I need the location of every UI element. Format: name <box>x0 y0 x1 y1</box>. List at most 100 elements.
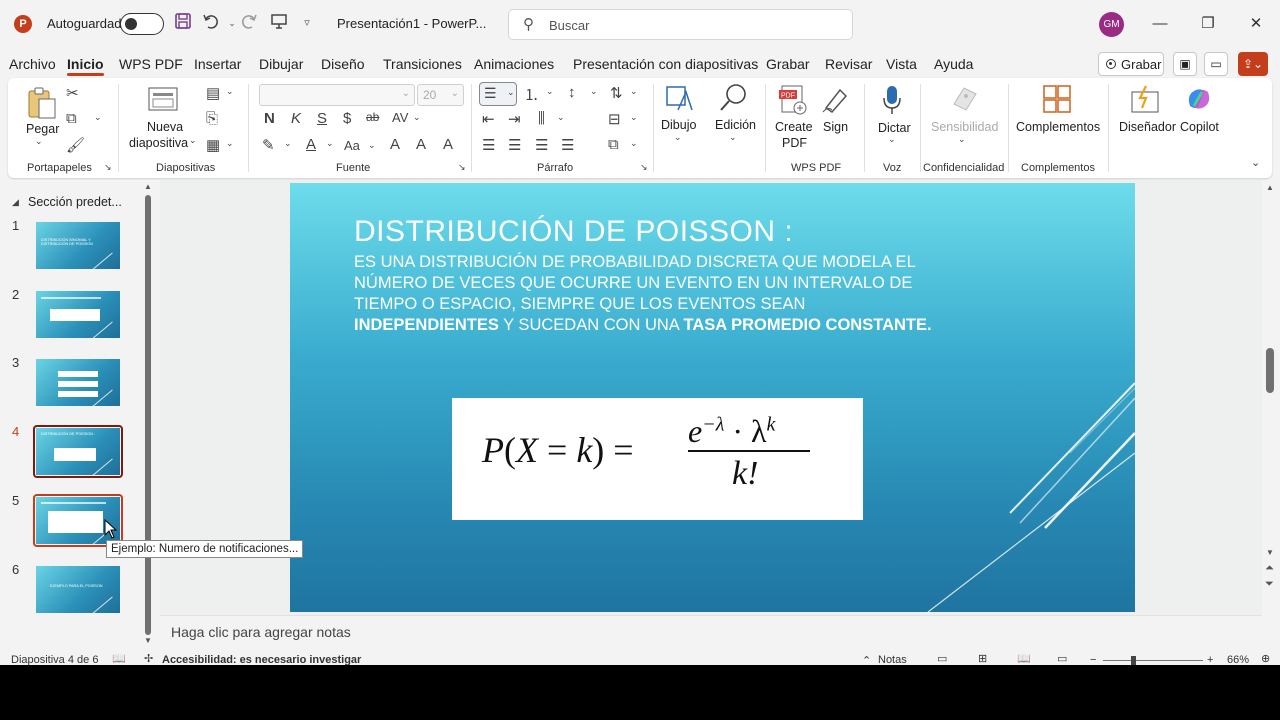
editing-icon[interactable] <box>718 82 750 117</box>
slide-body-text[interactable]: ES UNA DISTRIBUCIÓN DE PROBABILIDAD DISC… <box>354 252 954 336</box>
reading-view-icon[interactable]: 📖 <box>1017 652 1031 665</box>
previous-slide-icon[interactable]: ⏶ <box>1265 562 1274 575</box>
tab-insertar[interactable]: Insertar <box>194 56 241 72</box>
section-collapse-icon[interactable]: ◢ <box>12 197 19 208</box>
sensitivity-icon[interactable] <box>950 84 980 117</box>
align-left-icon[interactable]: ☰ <box>482 136 495 154</box>
main-scroll-down-icon[interactable]: ▼ <box>1266 548 1274 557</box>
font-color-dropdown-icon[interactable]: ⌄ <box>326 138 334 149</box>
new-slide-icon[interactable] <box>147 86 179 117</box>
paste-button[interactable]: Pegar <box>26 122 59 136</box>
notes-placeholder[interactable]: Haga clic para agregar notas <box>171 624 351 640</box>
slide-thumbnail-6[interactable]: EJEMPLO PARA EL POISSON <box>36 566 120 613</box>
collapse-ribbon-icon[interactable]: ⌄ <box>1251 156 1260 169</box>
tab-transiciones[interactable]: Transiciones <box>383 56 462 72</box>
copilot-button[interactable]: Copilot <box>1180 120 1219 134</box>
decrease-indent-icon[interactable]: ⇤ <box>482 110 495 128</box>
highlight-dropdown-icon[interactable]: ⌄ <box>284 138 292 149</box>
tab-vista[interactable]: Vista <box>886 56 917 72</box>
slide-title[interactable]: DISTRIBUCIÓN DE POISSON : <box>354 215 793 249</box>
zoom-slider[interactable] <box>1103 660 1203 661</box>
bullets-button[interactable]: ☰ ⌄ <box>479 82 517 106</box>
tab-inicio[interactable]: Inicio <box>67 56 104 76</box>
customize-toolbar-icon[interactable]: ▿ <box>296 12 318 34</box>
layout-icon[interactable]: ▤ <box>206 84 220 102</box>
addins-button[interactable]: Complementos <box>1016 120 1100 134</box>
align-center-icon[interactable]: ☰ <box>508 136 521 154</box>
paste-icon[interactable] <box>26 86 58 123</box>
close-icon[interactable]: ✕ <box>1244 12 1268 36</box>
panel-scrollbar[interactable] <box>145 195 151 635</box>
change-case-icon[interactable]: Aa <box>344 138 360 153</box>
section-dropdown-icon[interactable]: ⌄ <box>226 138 234 149</box>
font-size-select[interactable]: 20 ⌄ <box>417 84 464 106</box>
bold-icon[interactable]: N <box>264 110 275 127</box>
layout-dropdown-icon[interactable]: ⌄ <box>226 86 234 97</box>
copilot-icon[interactable] <box>1184 84 1214 117</box>
avatar[interactable]: GM <box>1099 12 1124 37</box>
increase-indent-icon[interactable]: ⇥ <box>508 110 521 128</box>
tab-ayuda[interactable]: Ayuda <box>934 56 973 72</box>
format-painter-icon[interactable]: 🖌 <box>66 136 85 154</box>
character-spacing-icon[interactable]: AV <box>392 110 408 125</box>
tab-presentacion[interactable]: Presentación con diapositivas <box>573 56 758 72</box>
strikethrough-icon[interactable]: ab <box>366 110 379 124</box>
slide-sorter-icon[interactable]: ⊞ <box>978 652 987 665</box>
tab-diseno[interactable]: Diseño <box>321 56 365 72</box>
reset-icon[interactable]: ⎘ <box>206 110 218 127</box>
autosave-toggle[interactable] <box>120 13 164 35</box>
new-slide-label[interactable]: Nueva <box>147 120 183 134</box>
sign-icon[interactable] <box>820 84 850 117</box>
sign-button[interactable]: Sign <box>823 120 848 134</box>
slide-canvas[interactable]: DISTRIBUCIÓN DE POISSON : ES UNA DISTRIB… <box>290 183 1135 612</box>
create-pdf-button[interactable]: Create <box>775 120 813 134</box>
zoom-slider-thumb[interactable] <box>1131 656 1136 665</box>
editing-dropdown-icon[interactable]: ⌄ <box>729 132 737 143</box>
restore-icon[interactable]: ❐ <box>1196 12 1220 36</box>
align-text-icon[interactable]: ⊟ <box>608 110 621 128</box>
tab-archivo[interactable]: Archivo <box>9 56 56 72</box>
text-direction-icon[interactable]: ⇅ <box>610 84 623 102</box>
next-slide-icon[interactable]: ⏷ <box>1265 578 1274 591</box>
search-input[interactable]: ⚲ Buscar <box>508 9 853 40</box>
comments-icon[interactable]: ▭ <box>1204 52 1228 76</box>
shadow-icon[interactable]: $ <box>343 110 351 127</box>
undo-icon[interactable] <box>200 12 222 34</box>
teams-icon[interactable]: ▣ <box>1173 52 1197 76</box>
sensitivity-dropdown-icon[interactable]: ⌄ <box>958 134 966 145</box>
slide-thumbnail-2[interactable] <box>36 291 120 338</box>
main-scroll-up-icon[interactable]: ▲ <box>1266 183 1274 192</box>
panel-scroll-down-icon[interactable]: ▼ <box>144 636 152 645</box>
new-slide-dropdown-icon[interactable]: ⌄ <box>189 135 197 146</box>
tab-grabar[interactable]: Grabar <box>766 56 810 72</box>
line-spacing-dropdown-icon[interactable]: ⌄ <box>590 86 598 97</box>
line-spacing-icon[interactable]: ↕ <box>568 84 576 101</box>
share-button[interactable]: ⇪⌄ <box>1238 52 1268 76</box>
section-label[interactable]: Sección predet... <box>28 195 122 209</box>
slide-thumbnail-3[interactable] <box>36 359 120 406</box>
tab-revisar[interactable]: Revisar <box>825 56 872 72</box>
text-direction-dropdown-icon[interactable]: ⌄ <box>630 86 638 97</box>
columns-dropdown-icon[interactable]: ⌄ <box>557 112 565 123</box>
justify-icon[interactable]: ☰ <box>561 136 574 154</box>
clipboard-launcher-icon[interactable]: ↘ <box>104 162 112 173</box>
drawing-icon[interactable] <box>664 84 694 117</box>
slide-thumbnail-1[interactable]: DISTRIBUCIÓN BINOMIAL Y DISTRIBUCIÓN DE … <box>36 222 120 269</box>
zoom-level[interactable]: 66% <box>1227 654 1249 665</box>
addins-icon[interactable] <box>1042 84 1072 117</box>
save-icon[interactable] <box>172 12 194 34</box>
tab-animaciones[interactable]: Animaciones <box>474 56 554 72</box>
redo-icon[interactable] <box>238 12 260 34</box>
notes-toggle[interactable]: Notas <box>878 654 907 665</box>
designer-icon[interactable] <box>1130 84 1162 117</box>
clear-formatting-icon[interactable]: A <box>443 136 453 153</box>
main-scrollbar[interactable] <box>1266 348 1274 393</box>
dictate-button[interactable]: Dictar <box>878 121 911 135</box>
spacing-dropdown-icon[interactable]: ⌄ <box>413 112 421 123</box>
tab-dibujar[interactable]: Dibujar <box>259 56 303 72</box>
minimize-icon[interactable]: — <box>1148 12 1172 36</box>
italic-icon[interactable]: K <box>291 110 301 127</box>
panel-scroll-up-icon[interactable]: ▲ <box>144 182 152 191</box>
numbering-icon[interactable]: ⒈ <box>524 84 539 105</box>
align-text-dropdown-icon[interactable]: ⌄ <box>630 112 638 123</box>
